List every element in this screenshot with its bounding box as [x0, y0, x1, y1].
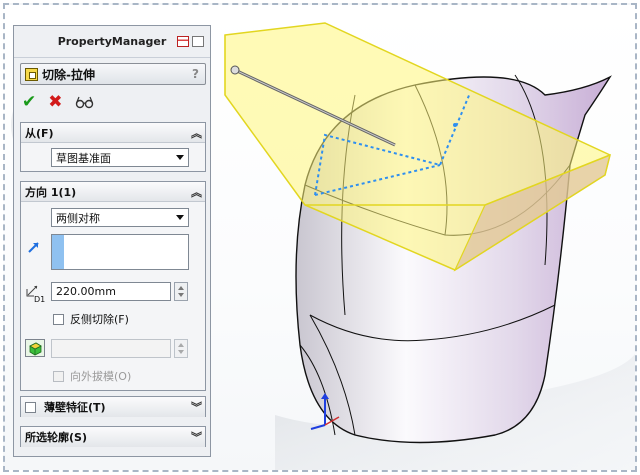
chevron-down-icon: [176, 155, 184, 160]
depth-label: D1: [34, 295, 46, 304]
draft-toggle-button[interactable]: [25, 339, 45, 357]
expand-icon[interactable]: ︾: [191, 429, 202, 445]
flip-side-label: 反侧切除(F): [70, 313, 129, 326]
depth-spinner[interactable]: [174, 282, 188, 301]
header-icons: [177, 36, 204, 47]
thin-feature-checkbox[interactable]: [25, 401, 36, 413]
direction1-section-header[interactable]: 方向 1(1) ︽: [21, 182, 205, 202]
thin-feature-section: 薄壁特征(T) ︾: [20, 396, 206, 417]
end-condition-dropdown[interactable]: 两侧对称: [51, 208, 189, 227]
flip-side-checkbox-row[interactable]: 反侧切除(F): [53, 311, 129, 327]
direction-reference-list[interactable]: [51, 234, 189, 270]
from-dropdown-value: 草图基准面: [56, 151, 111, 165]
draft-cube-icon: [29, 342, 42, 356]
chevron-down-icon: [176, 215, 184, 220]
thin-feature-header[interactable]: 薄壁特征(T) ︾: [21, 397, 205, 417]
preview-glasses-icon[interactable]: [75, 95, 95, 109]
from-dropdown[interactable]: 草图基准面: [51, 148, 189, 167]
draft-outward-label: 向外拔模(O): [70, 370, 132, 383]
list-selection-accent: [52, 235, 64, 269]
extrude-cut-icon: [25, 67, 38, 81]
pin-icon[interactable]: [192, 36, 204, 47]
cancel-button[interactable]: ✖: [48, 92, 62, 112]
feature-name: 切除-拉伸: [42, 67, 95, 82]
flip-side-checkbox[interactable]: [53, 313, 64, 325]
from-section-label: 从(F): [25, 126, 54, 140]
feature-title-bar: 切除-拉伸 ?: [20, 63, 206, 85]
draft-angle-spinner[interactable]: [174, 339, 188, 358]
sketch-point[interactable]: [453, 123, 457, 127]
direction1-section-label: 方向 1(1): [25, 185, 77, 199]
from-section-header[interactable]: 从(F) ︽: [21, 123, 205, 143]
panel-header: PropertyManager: [14, 26, 210, 58]
collapse-icon[interactable]: ︽: [191, 184, 202, 200]
direction1-section: 方向 1(1) ︽ 两侧对称 D1 220.00mm 反侧切除(F) 向外拔模(…: [20, 181, 206, 391]
expand-icon[interactable]: ︾: [191, 399, 202, 415]
screenshot-frame: 师 PropertyManager 切除-拉伸 ? ✔ ✖: [3, 3, 637, 472]
draft-outward-checkbox[interactable]: [53, 370, 64, 382]
ok-button[interactable]: ✔: [22, 92, 36, 112]
arrow-handle-icon[interactable]: [230, 65, 240, 75]
selected-contours-header[interactable]: 所选轮廓(S) ︾: [21, 427, 205, 447]
help-icon[interactable]: ?: [192, 67, 199, 81]
depth-input[interactable]: 220.00mm: [51, 282, 171, 301]
selected-contours-section: 所选轮廓(S) ︾: [20, 426, 206, 447]
depth-value: 220.00mm: [56, 285, 116, 298]
draft-angle-input[interactable]: [51, 339, 171, 358]
thin-feature-label: 薄壁特征(T): [44, 401, 106, 414]
from-section: 从(F) ︽ 草图基准面: [20, 122, 206, 172]
property-manager-panel: PropertyManager 切除-拉伸 ? ✔ ✖ 从(F) ︽ 草图基准面…: [13, 25, 211, 457]
selected-contours-label: 所选轮廓(S): [25, 431, 87, 444]
end-condition-value: 两侧对称: [56, 211, 100, 225]
action-buttons: ✔ ✖: [22, 92, 95, 112]
draft-outward-checkbox-row[interactable]: 向外拔模(O): [53, 368, 131, 384]
graphics-viewport[interactable]: [215, 15, 637, 470]
direction-arrow-icon[interactable]: [27, 240, 41, 254]
panel-title: PropertyManager: [57, 35, 167, 48]
collapse-icon[interactable]: ︽: [191, 125, 202, 141]
panel-options-icon[interactable]: [177, 36, 189, 47]
